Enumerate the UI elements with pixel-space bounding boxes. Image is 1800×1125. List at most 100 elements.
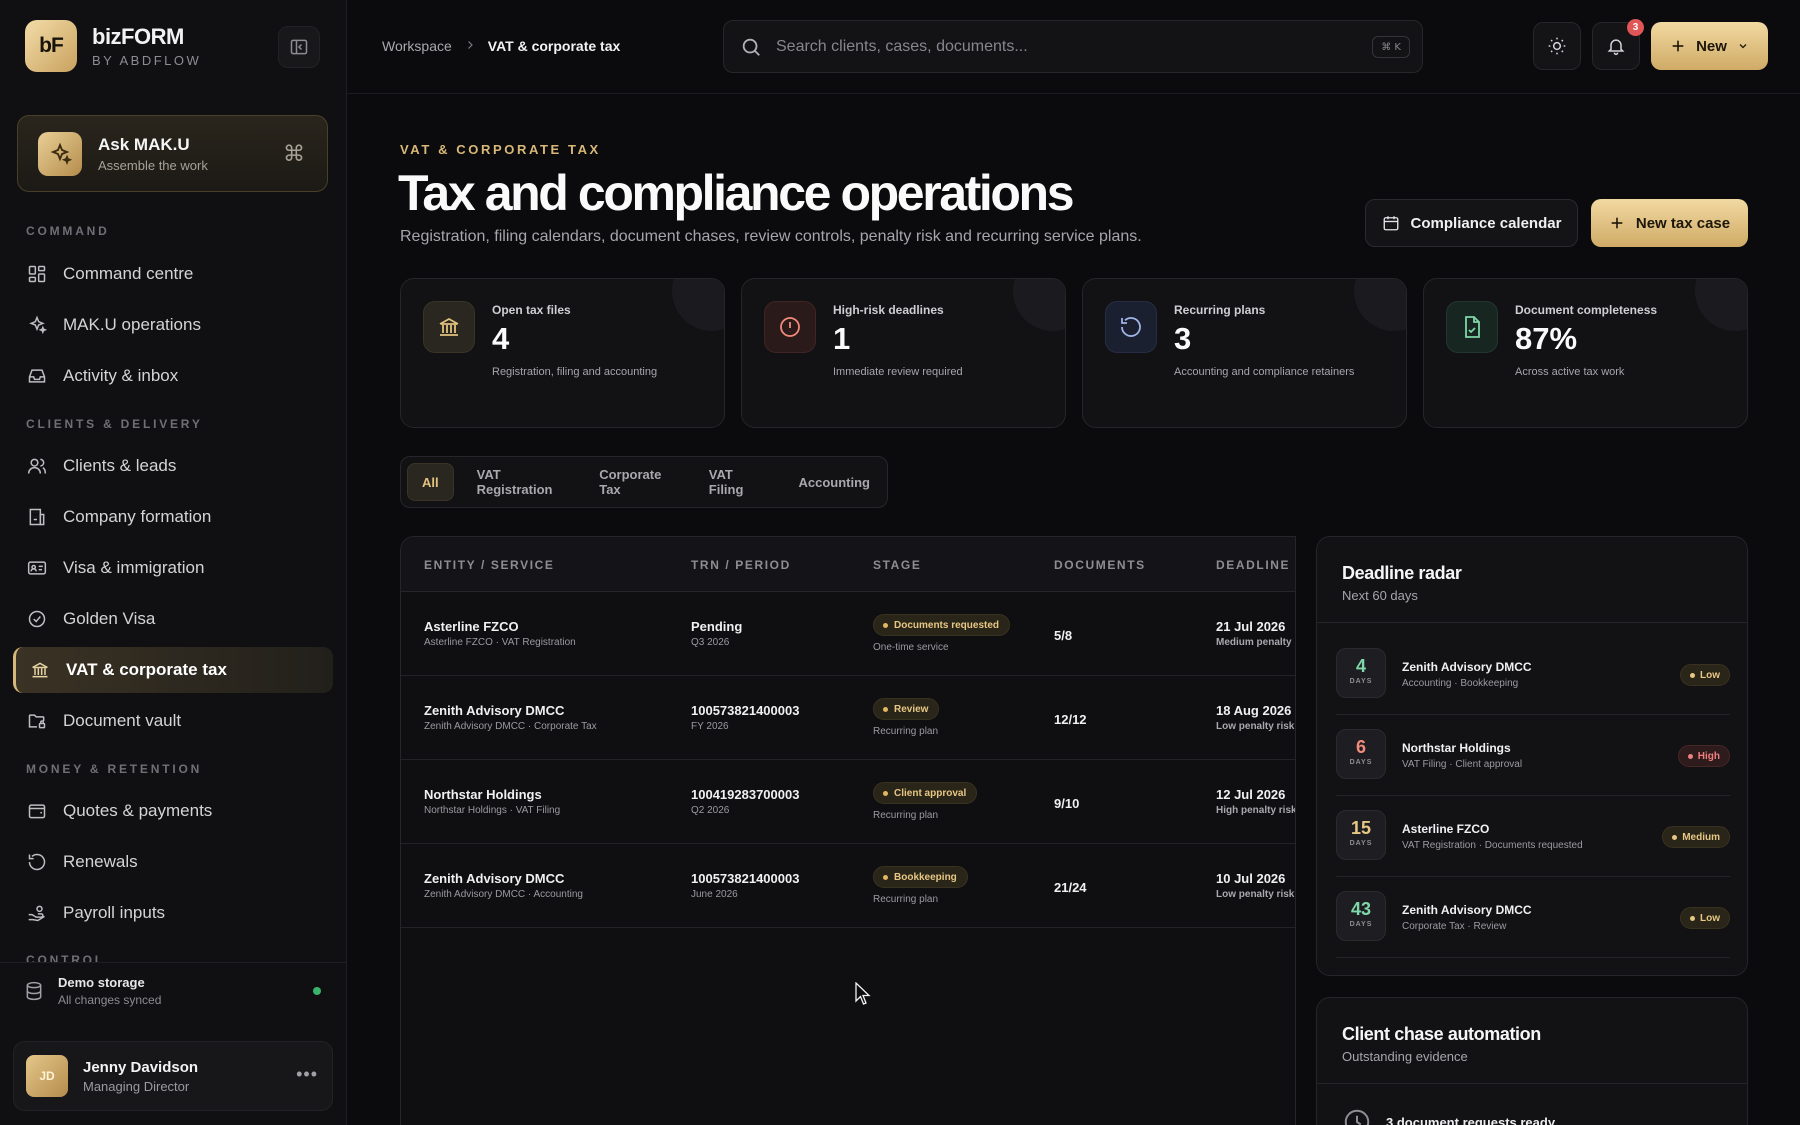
radar-item[interactable]: 6 DAYS Northstar Holdings VAT Filing · C… (1336, 715, 1730, 796)
table-row[interactable]: Zenith Advisory DMCC Zenith Advisory DMC… (401, 676, 1295, 760)
search-placeholder: Search clients, cases, documents... (776, 37, 1028, 55)
breadcrumb-workspace[interactable]: Workspace (382, 38, 452, 54)
new-tax-case-button[interactable]: New tax case (1591, 199, 1748, 247)
inbox-icon (26, 365, 48, 387)
table-row[interactable]: Zenith Advisory DMCC Zenith Advisory DMC… (401, 844, 1295, 928)
table-row[interactable]: Northstar Holdings Northstar Holdings · … (401, 760, 1295, 844)
stat-card-open-tax-files[interactable]: Open tax files 4 Registration, filing an… (400, 278, 725, 428)
theme-toggle-button[interactable] (1533, 22, 1581, 70)
deadline-date: 10 Jul 2026 (1216, 871, 1286, 886)
plus-icon (1611, 217, 1623, 229)
stat-label: Document completeness (1515, 303, 1658, 317)
table-row[interactable]: Asterline FZCO Asterline FZCO · VAT Regi… (401, 592, 1295, 676)
tab-vat-registration[interactable]: VAT Registration (460, 463, 577, 501)
sidebar-item-label: Clients & leads (63, 456, 177, 475)
panel-left-icon (290, 39, 308, 55)
sidebar-item-clients-leads[interactable]: Clients & leads (13, 443, 333, 489)
column-header-stage[interactable]: STAGE (873, 558, 921, 572)
sidebar-item-activity-inbox[interactable]: Activity & inbox (13, 353, 333, 399)
radar-item-title: Zenith Advisory DMCC (1402, 660, 1532, 674)
divider (1317, 1083, 1747, 1084)
sidebar-item-label: Renewals (63, 852, 138, 871)
days-label: DAYS (1349, 759, 1373, 766)
new-button[interactable]: New (1651, 22, 1768, 70)
sparkle-icon (38, 131, 82, 176)
nav-section-control: CONTROL (26, 953, 105, 962)
period: June 2026 (691, 889, 738, 900)
stat-card-recurring-plans[interactable]: Recurring plans 3 Accounting and complia… (1082, 278, 1407, 428)
stage-badge: Bookkeeping (873, 866, 968, 888)
panel-subtitle: Outstanding evidence (1342, 1049, 1468, 1064)
column-header-entity[interactable]: ENTITY / SERVICE (424, 558, 555, 572)
tab-vat-filing[interactable]: VAT Filing (692, 463, 776, 501)
stat-label: Recurring plans (1174, 303, 1266, 317)
chase-item-label: 3 document requests ready (1386, 1114, 1556, 1125)
more-options-icon[interactable]: ••• (296, 1064, 318, 1085)
radar-item[interactable]: 15 DAYS Asterline FZCO VAT Registration … (1336, 796, 1730, 877)
penalty-risk: Low penalty risk (1216, 721, 1295, 732)
sidebar-item-golden-visa[interactable]: Golden Visa (13, 596, 333, 642)
storage-status[interactable]: Demo storage All changes synced (0, 962, 346, 1018)
stat-card-high-risk-deadlines[interactable]: High-risk deadlines 1 Immediate review r… (741, 278, 1066, 428)
brand-logo: bF (25, 20, 77, 72)
entity-service: Zenith Advisory DMCC · Accounting (424, 889, 583, 900)
compliance-calendar-label: Compliance calendar (1410, 214, 1562, 232)
storage-title: Demo storage (58, 974, 145, 990)
chase-item[interactable]: 3 document requests ready (1342, 1107, 1555, 1125)
sidebar-item-payroll-inputs[interactable]: Payroll inputs (13, 890, 333, 936)
id-card-icon (26, 557, 48, 579)
panel-subtitle: Next 60 days (1342, 588, 1418, 603)
notification-count-badge: 3 (1627, 19, 1644, 36)
radar-item[interactable]: 43 DAYS Zenith Advisory DMCC Corporate T… (1336, 877, 1730, 958)
stat-subtitle: Accounting and compliance retainers (1174, 366, 1355, 378)
folder-lock-icon (26, 710, 48, 732)
sidebar-item-visa-immigration[interactable]: Visa & immigration (13, 545, 333, 591)
sidebar-item-document-vault[interactable]: Document vault (13, 698, 333, 744)
risk-badge: Medium (1662, 826, 1730, 848)
compliance-calendar-button[interactable]: Compliance calendar (1365, 199, 1578, 247)
filter-tabs: All VAT Registration Corporate Tax VAT F… (400, 456, 888, 508)
user-role: Managing Director (83, 1078, 190, 1094)
radar-item[interactable]: 4 DAYS Zenith Advisory DMCC Accounting ·… (1336, 634, 1730, 715)
sidebar-item-renewals[interactable]: Renewals (13, 839, 333, 885)
column-header-deadline[interactable]: DEADLINE / (1216, 558, 1295, 572)
notifications-button[interactable]: 3 (1592, 19, 1644, 70)
stat-card-document-completeness[interactable]: Document completeness 87% Across active … (1423, 278, 1748, 428)
days-number: 43 (1350, 899, 1372, 919)
user-profile[interactable]: JD Jenny Davidson Managing Director ••• (13, 1041, 333, 1111)
sync-status-dot (313, 987, 321, 995)
plan-type: Recurring plan (873, 894, 939, 905)
sidebar-item-label: MAK.U operations (63, 315, 201, 334)
sidebar-item-maku-operations[interactable]: MAK.U operations (13, 302, 333, 348)
collapse-sidebar-button[interactable] (278, 26, 320, 68)
client-chase-panel: Client chase automation Outstanding evid… (1316, 997, 1748, 1125)
days-number: 4 (1355, 656, 1366, 676)
new-button-label: New (1696, 37, 1727, 55)
sidebar-item-company-formation[interactable]: Company formation (13, 494, 333, 540)
radar-item-title: Northstar Holdings (1402, 741, 1511, 755)
sidebar-item-quotes-payments[interactable]: Quotes & payments (13, 788, 333, 834)
tab-all[interactable]: All (407, 463, 454, 501)
bell-icon (1607, 39, 1625, 56)
ask-maku-button[interactable]: Ask MAK.U Assemble the work ⌘ (17, 115, 328, 192)
search-input[interactable]: Search clients, cases, documents... ⌘ K (723, 20, 1423, 73)
brand[interactable]: bF bizFORM BY ABDFLOW (25, 20, 201, 72)
column-header-documents[interactable]: DOCUMENTS (1054, 558, 1146, 572)
column-header-trn[interactable]: TRN / PERIOD (691, 558, 791, 572)
sidebar-item-label: Payroll inputs (63, 903, 166, 922)
trn: 100419283700003 (691, 787, 800, 802)
days-counter: 4 DAYS (1336, 648, 1386, 698)
sidebar-item-label: VAT & corporate tax (66, 660, 227, 679)
tab-accounting[interactable]: Accounting (782, 463, 888, 501)
chevron-down-icon (1739, 44, 1747, 49)
sidebar-item-vat-corporate-tax[interactable]: VAT & corporate tax (13, 647, 333, 693)
nav-section-command: COMMAND (26, 224, 110, 238)
chevron-right-icon (464, 38, 476, 54)
breadcrumb-current: VAT & corporate tax (487, 38, 621, 54)
ask-subtitle: Assemble the work (98, 157, 208, 173)
period: FY 2026 (691, 721, 729, 732)
sidebar-item-command-centre[interactable]: Command centre (13, 251, 333, 297)
tab-corporate-tax[interactable]: Corporate Tax (582, 463, 686, 501)
documents-count: 21/24 (1054, 880, 1087, 895)
table-header: ENTITY / SERVICE TRN / PERIOD STAGE DOCU… (401, 537, 1295, 592)
